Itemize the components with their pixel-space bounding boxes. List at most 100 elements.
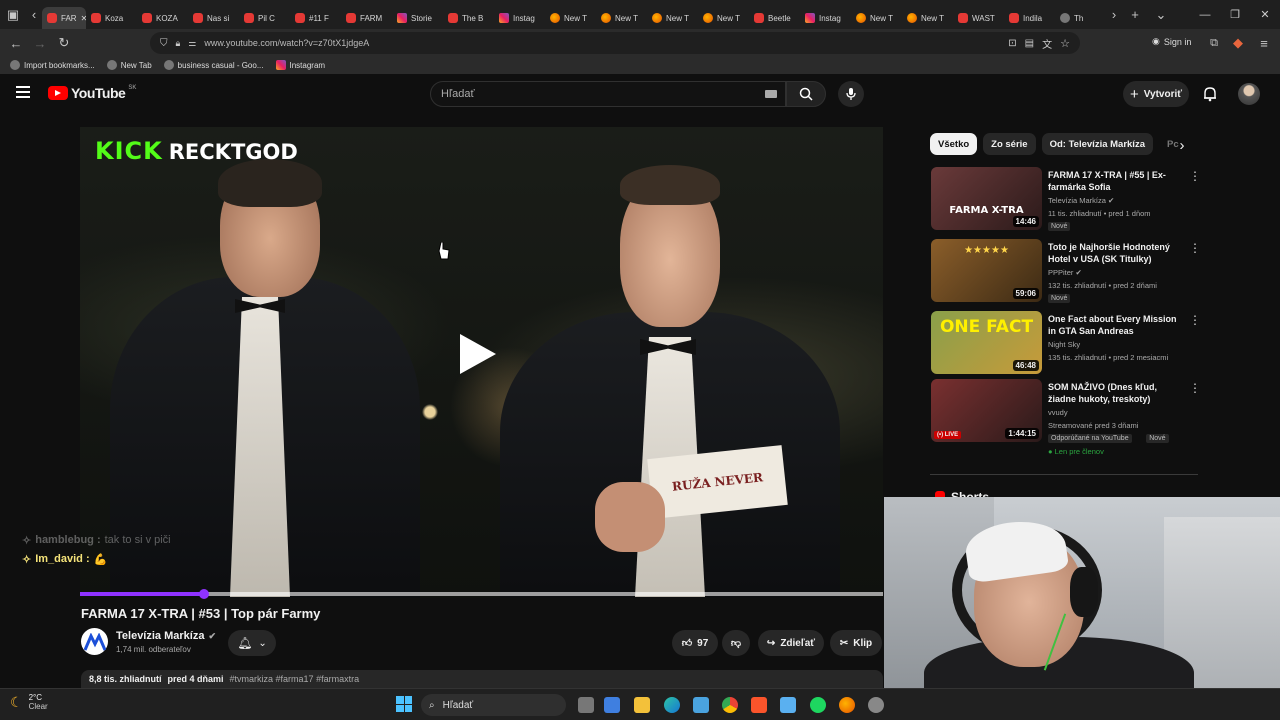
hamburger-menu-icon[interactable] <box>16 86 30 98</box>
keyboard-icon[interactable] <box>765 90 777 98</box>
browser-tab[interactable]: FAR ✕ <box>42 7 86 29</box>
share-button[interactable]: ↪ Zdieľať <box>758 630 824 656</box>
browser-tab[interactable]: Instag <box>494 7 545 29</box>
browser-tab[interactable]: KOZA <box>137 7 188 29</box>
weather-widget[interactable]: ☾ 2°C Clear <box>10 693 48 711</box>
recommendation-item[interactable]: ★★★★★ 59:06 Toto je Najhoršie Hodnotený Ho… <box>931 239 1201 305</box>
taskbar-search-input[interactable]: ⌕ Hľadať <box>421 694 566 716</box>
video-progress-bar[interactable] <box>80 589 883 599</box>
translate-icon[interactable]: 文 <box>1042 36 1052 51</box>
recommendation-channel[interactable]: vvudy <box>1048 408 1068 418</box>
profile-extension-icon[interactable]: ◆ <box>1226 31 1250 55</box>
recommendation-channel[interactable]: PPPiter ✔ <box>1048 268 1082 278</box>
browser-tab[interactable]: FARM <box>341 7 392 29</box>
browser-tab[interactable]: New T <box>698 7 749 29</box>
video-thumbnail[interactable]: ★★★★★ 59:06 <box>931 239 1042 302</box>
video-player[interactable]: RUŽA NEVER KICK RECKTGOD <box>80 127 883 598</box>
close-window-icon[interactable]: ✕ <box>1250 0 1280 29</box>
browser-tab[interactable]: Instag <box>800 7 851 29</box>
like-button[interactable]: 👍︎ 97 <box>672 630 718 656</box>
brave-icon[interactable] <box>751 697 767 713</box>
more-actions-icon[interactable]: ⋮ <box>1189 381 1201 395</box>
subscription-notifications-button[interactable]: 🔔︎ ⌄ <box>228 630 276 656</box>
settings-gear-icon[interactable] <box>868 697 884 713</box>
sign-in-button[interactable]: ◉ Sign in <box>1152 36 1191 47</box>
browser-tab[interactable]: Nas si <box>188 7 239 29</box>
video-thumbnail[interactable]: ONE FACT 46:48 <box>931 311 1042 374</box>
screenshot-icon[interactable]: ⊡ <box>1008 38 1016 49</box>
tab-list-dropdown-icon[interactable]: ⌄ <box>1148 3 1174 27</box>
new-tab-icon[interactable]: + <box>1122 3 1148 27</box>
channel-avatar[interactable] <box>81 628 108 655</box>
shield-icon[interactable]: ⛉ <box>160 38 168 49</box>
chrome-icon[interactable] <box>722 697 738 713</box>
filter-chip[interactable]: Všetko <box>930 133 978 155</box>
more-actions-icon[interactable]: ⋮ <box>1189 313 1201 327</box>
file-explorer-icon[interactable] <box>634 697 650 713</box>
search-button[interactable] <box>786 81 826 107</box>
site-settings-icon[interactable]: ⚌ <box>188 38 196 49</box>
browser-tab[interactable]: New T <box>902 7 953 29</box>
video-thumbnail[interactable]: FARMA X-TRA 14:46 <box>931 167 1042 230</box>
edge-icon[interactable] <box>664 697 680 713</box>
windows-start-icon[interactable] <box>396 696 412 712</box>
browser-tab[interactable]: Indila <box>1004 7 1055 29</box>
bookmark-item[interactable]: business casual - Goo... <box>163 60 264 70</box>
browser-tab[interactable]: #11 F <box>290 7 341 29</box>
restore-icon[interactable]: ❐ <box>1220 0 1250 29</box>
spotify-icon[interactable] <box>810 697 826 713</box>
tab-scroll-left-icon[interactable]: ‹ <box>26 3 42 27</box>
task-view-icon[interactable] <box>578 697 594 713</box>
filter-chip[interactable]: Od: Televízia Markíza <box>1041 133 1153 155</box>
back-icon[interactable]: ← <box>4 31 28 55</box>
dislike-button[interactable]: 👎︎ <box>722 630 750 656</box>
recommendation-channel[interactable]: Televízia Markíza ✔ <box>1048 196 1114 206</box>
recommendation-title[interactable]: One Fact about Every Mission in GTA San … <box>1048 313 1178 337</box>
address-bar[interactable]: ⛉ 🔒︎ ⚌ www.youtube.com/watch?v=z70tX1jdg… <box>150 32 1080 54</box>
bookmark-star-icon[interactable]: ☆ <box>1060 37 1070 50</box>
user-avatar[interactable] <box>1238 83 1260 105</box>
more-actions-icon[interactable]: ⋮ <box>1189 169 1201 183</box>
filter-chip[interactable]: Zo série <box>983 133 1036 155</box>
notifications-icon[interactable] <box>1202 86 1218 107</box>
tab-scroll-right-icon[interactable]: › <box>1106 3 1122 27</box>
browser-tab[interactable]: Koza <box>86 7 137 29</box>
minimize-icon[interactable]: — <box>1190 0 1220 29</box>
recommendation-channel[interactable]: Night Sky <box>1048 340 1080 350</box>
tab-overview-icon[interactable]: ▣ <box>0 3 26 27</box>
video-thumbnail[interactable]: 1:44:15 (•) LIVE <box>931 379 1042 442</box>
photos-icon[interactable] <box>693 697 709 713</box>
create-button[interactable]: + Vytvoriť <box>1123 81 1189 107</box>
bookmark-item[interactable]: New Tab <box>106 60 152 70</box>
bookmark-item[interactable]: Instagram <box>275 60 325 70</box>
browser-tab[interactable]: Th <box>1055 7 1106 29</box>
reader-view-icon[interactable]: ▤ <box>1025 38 1034 49</box>
browser-tab[interactable]: New T <box>647 7 698 29</box>
chips-next-icon[interactable]: › <box>1172 135 1192 155</box>
reload-icon[interactable]: ↻ <box>52 31 76 55</box>
browser-tab[interactable]: Storie <box>392 7 443 29</box>
recommendation-title[interactable]: SOM NAŽIVO (Dnes kľud, žiadne hukoty, tr… <box>1048 381 1178 405</box>
recommendation-title[interactable]: Toto je Najhoršie Hodnotený Hotel v USA … <box>1048 241 1178 265</box>
url-text[interactable]: www.youtube.com/watch?v=z70tX1jdgeA <box>204 38 369 48</box>
browser-tab[interactable]: WAST <box>953 7 1004 29</box>
description-box[interactable]: 8,8 tis. zhliadnutí pred 4 dňami #tvmark… <box>81 670 883 690</box>
notepad-icon[interactable] <box>780 697 796 713</box>
play-icon[interactable] <box>456 332 500 376</box>
firefox-icon[interactable] <box>839 697 855 713</box>
search-input[interactable]: Hľadať <box>430 81 786 107</box>
voice-search-button[interactable] <box>838 81 864 107</box>
browser-tab[interactable]: Beetle <box>749 7 800 29</box>
channel-name[interactable]: Televízia Markíza ✔ <box>116 630 216 642</box>
hashtags[interactable]: #tvmarkiza #farma17 #farmaxtra <box>230 674 360 686</box>
youtube-logo[interactable]: YouTube SK <box>48 85 136 101</box>
recommendation-item[interactable]: ONE FACT 46:48 One Fact about Every Missio… <box>931 311 1201 377</box>
forward-icon[interactable]: → <box>28 31 52 55</box>
browser-tab[interactable]: New T <box>596 7 647 29</box>
bookmark-item[interactable]: Import bookmarks... <box>10 60 95 70</box>
lock-icon[interactable]: 🔒︎ <box>176 38 181 49</box>
browser-tab[interactable]: The B <box>443 7 494 29</box>
browser-tab[interactable]: New T <box>545 7 596 29</box>
menu-icon[interactable]: ≡ <box>1252 31 1276 55</box>
microsoft-store-icon[interactable] <box>604 697 620 713</box>
